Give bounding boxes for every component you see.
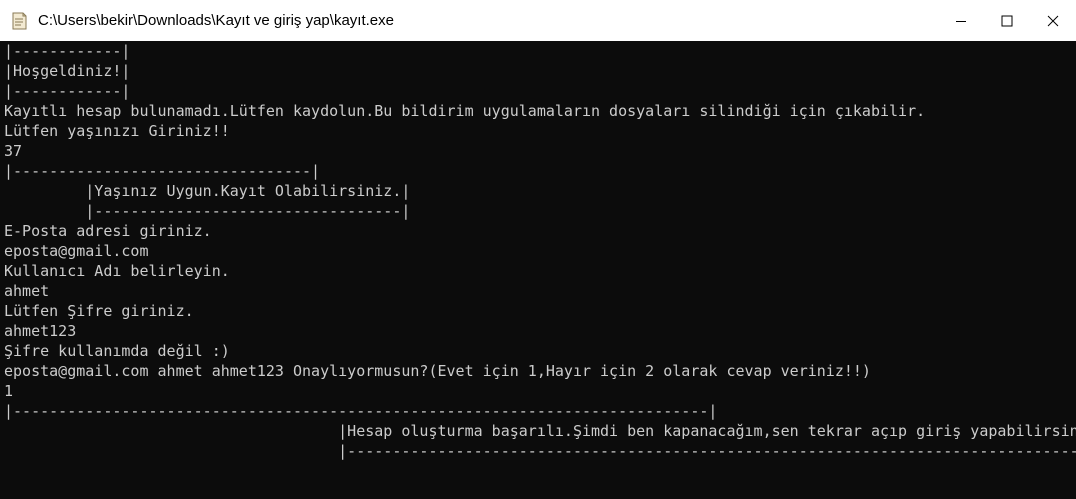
close-icon (1047, 15, 1059, 26)
console-line: |----------------------------------| (4, 202, 411, 220)
minimize-button[interactable] (938, 0, 984, 41)
console-line: ahmet (4, 282, 50, 300)
console-app-icon[interactable] (8, 10, 30, 32)
minimize-icon (956, 20, 966, 22)
console-line: 1 (4, 382, 14, 400)
console-line: eposta@gmail.com (4, 242, 149, 260)
console-line: eposta@gmail.com ahmet ahmet123 Onaylıyo… (4, 362, 871, 380)
console-line: E-Posta adresi giriniz. (4, 222, 212, 240)
console-line: Lütfen Şifre giriniz. (4, 302, 194, 320)
console-line: |Hesap oluşturma başarılı.Şimdi ben kapa… (4, 422, 1076, 440)
console-line: |---------------------------------------… (4, 402, 718, 420)
console-line: 37 (4, 142, 23, 160)
console-line: |Yaşınız Uygun.Kayıt Olabilirsiniz.| (4, 182, 411, 200)
console-line: |---------------------------------| (4, 162, 321, 180)
maximize-button[interactable] (984, 0, 1030, 41)
console-line: Lütfen yaşınızı Giriniz!! (4, 122, 230, 140)
console-output[interactable]: |------------| |Hoşgeldiniz!| |---------… (0, 41, 1076, 499)
window-title: C:\Users\bekir\Downloads\Kayıt ve giriş … (38, 12, 394, 29)
console-line: Kayıtlı hesap bulunamadı.Lütfen kaydolun… (4, 102, 926, 120)
console-window: C:\Users\bekir\Downloads\Kayıt ve giriş … (0, 0, 1076, 499)
console-text: |------------| |Hoşgeldiniz!| |---------… (0, 41, 1076, 461)
console-line: Şifre kullanımda değil :) (4, 342, 230, 360)
console-line: Kullanıcı Adı belirleyin. (4, 262, 230, 280)
console-line: |------------| (4, 42, 131, 60)
title-bar[interactable]: C:\Users\bekir\Downloads\Kayıt ve giriş … (0, 0, 1076, 41)
console-line: |------------| (4, 82, 131, 100)
close-button[interactable] (1030, 0, 1076, 41)
console-line: |---------------------------------------… (4, 442, 1076, 460)
maximize-icon (1001, 15, 1013, 26)
window-controls (938, 0, 1076, 41)
console-line: ahmet123 (4, 322, 77, 340)
console-line: |Hoşgeldiniz!| (4, 62, 131, 80)
